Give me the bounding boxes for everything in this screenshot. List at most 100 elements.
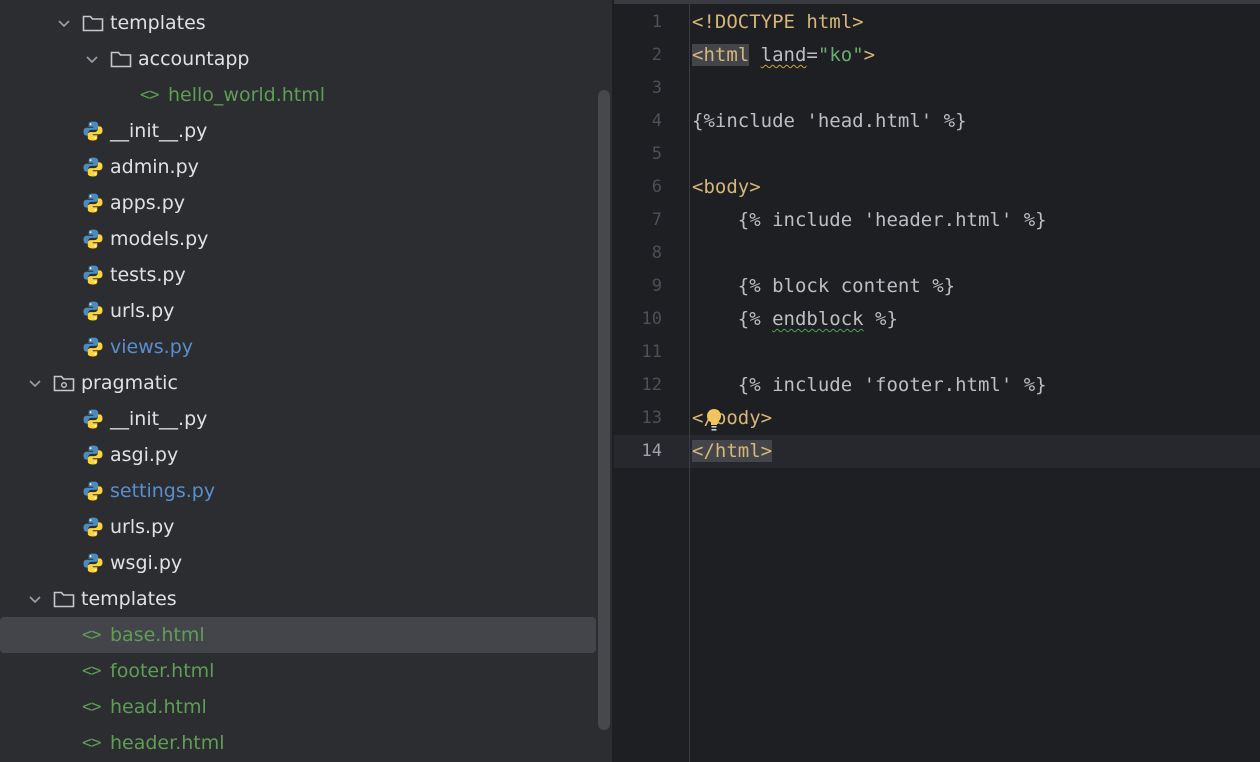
- code-token-tag: </html>: [692, 440, 773, 462]
- tree-row-header-html[interactable]: <> header.html: [0, 725, 596, 761]
- tree-row-apps-py[interactable]: apps.py: [0, 185, 596, 221]
- folder-icon: [110, 48, 132, 70]
- tree-row-urls-py[interactable]: urls.py: [0, 293, 596, 329]
- code-token-template: {% include 'header.html' %}: [692, 209, 1047, 231]
- html-file-icon: <>: [82, 625, 101, 645]
- tree-item-label: head.html: [110, 696, 207, 718]
- code-token-tag-close: >: [863, 44, 876, 66]
- python-file-icon: [82, 264, 104, 286]
- tree-row-models-py[interactable]: models.py: [0, 221, 596, 257]
- line-number: 7: [651, 210, 662, 230]
- python-file-icon: [82, 336, 104, 358]
- tree-item-label: admin.py: [110, 156, 199, 178]
- html-file-icon: <>: [82, 697, 101, 717]
- chevron-down-icon[interactable]: [25, 373, 45, 393]
- line-number: 1: [651, 12, 662, 32]
- code-line-13[interactable]: </body>: [692, 402, 772, 435]
- tree-item-label: accountapp: [138, 48, 250, 70]
- html-file-icon: <>: [82, 733, 101, 753]
- python-file-icon: [82, 408, 104, 430]
- tree-item-label: urls.py: [110, 516, 175, 538]
- tree-item-label: footer.html: [110, 660, 215, 682]
- tree-item-label: views.py: [110, 336, 193, 358]
- code-token-template: {% block content %}: [692, 275, 956, 297]
- line-number: 8: [651, 243, 662, 263]
- line-number-current: 14: [641, 441, 662, 461]
- code-line-10[interactable]: {% endblock %}: [692, 303, 898, 336]
- tree-item-label: __init__.py: [110, 120, 208, 142]
- python-file-icon: [82, 480, 104, 502]
- folder-icon: [82, 12, 104, 34]
- project-tree-panel: templates accountapp <> hello_world.html…: [0, 0, 612, 762]
- python-file-icon: [82, 120, 104, 142]
- python-file-icon: [82, 516, 104, 538]
- tree-item-label: wsgi.py: [110, 552, 183, 574]
- code-line-4[interactable]: {%include 'head.html' %}: [692, 105, 967, 138]
- lightbulb-icon[interactable]: [706, 407, 728, 435]
- code-token-template: {%include 'head.html' %}: [692, 110, 967, 132]
- tree-row-asgi-py[interactable]: asgi.py: [0, 437, 596, 473]
- code-token-attribute-warning: land: [760, 44, 807, 66]
- tree-row-views-py[interactable]: views.py: [0, 329, 596, 365]
- tree-item-label: pragmatic: [81, 372, 178, 394]
- line-number: 2: [651, 45, 662, 65]
- code-line-14[interactable]: </html>: [692, 435, 773, 468]
- tree-row-templates-folder[interactable]: templates: [0, 581, 596, 617]
- code-token-equals: =: [806, 44, 818, 66]
- python-file-icon: [82, 300, 104, 322]
- html-file-icon: <>: [140, 85, 159, 105]
- code-line-6[interactable]: <body>: [692, 171, 761, 204]
- tree-item-label: templates: [110, 12, 206, 34]
- code-token-tag: <body>: [692, 176, 761, 198]
- code-line-9[interactable]: {% block content %}: [692, 270, 955, 303]
- line-number: 11: [641, 342, 662, 362]
- line-number: 10: [641, 309, 662, 329]
- code-line-2[interactable]: <html land="ko">: [692, 39, 875, 72]
- line-number: 13: [641, 408, 662, 428]
- tree-scrollbar[interactable]: [598, 90, 610, 730]
- tree-row-head-html[interactable]: <> head.html: [0, 689, 596, 725]
- code-token-string: "ko": [817, 44, 864, 66]
- tree-item-label: asgi.py: [110, 444, 179, 466]
- line-number: 4: [651, 111, 662, 131]
- tree-item-label: settings.py: [110, 480, 216, 502]
- code-token-doctype: <!DOCTYPE html>: [692, 11, 864, 33]
- python-file-icon: [82, 444, 104, 466]
- tree-item-label: base.html: [110, 624, 205, 646]
- tree-row-hello-world-html[interactable]: <> hello_world.html: [0, 77, 596, 113]
- tree-row-init-py[interactable]: __init__.py: [0, 113, 596, 149]
- tree-row-init-py[interactable]: __init__.py: [0, 401, 596, 437]
- code-line-1[interactable]: <!DOCTYPE html>: [692, 6, 864, 39]
- chevron-down-icon[interactable]: [82, 49, 102, 69]
- tree-row-footer-html[interactable]: <> footer.html: [0, 653, 596, 689]
- tree-row-settings-py[interactable]: settings.py: [0, 473, 596, 509]
- tree-item-label: hello_world.html: [168, 84, 326, 106]
- tree-row-wsgi-py[interactable]: wsgi.py: [0, 545, 596, 581]
- tree-row-admin-py[interactable]: admin.py: [0, 149, 596, 185]
- code-token-tag: </body>: [692, 407, 773, 429]
- code-token-typo-warning: endblock: [772, 308, 864, 330]
- code-token-template: {% include 'footer.html' %}: [692, 374, 1047, 396]
- chevron-down-icon[interactable]: [25, 589, 45, 609]
- tree-row-urls-py[interactable]: urls.py: [0, 509, 596, 545]
- python-file-icon: [82, 156, 104, 178]
- tree-row-base-html[interactable]: <> base.html: [0, 617, 596, 653]
- code-line-7[interactable]: {% include 'header.html' %}: [692, 204, 1047, 237]
- chevron-down-icon[interactable]: [54, 13, 74, 33]
- tree-row-tests-py[interactable]: tests.py: [0, 257, 596, 293]
- tree-item-label: templates: [81, 588, 177, 610]
- tree-item-label: urls.py: [110, 300, 175, 322]
- python-file-icon: [82, 228, 104, 250]
- tree-row-pragmatic-package[interactable]: pragmatic: [0, 365, 596, 401]
- tree-row-accountapp-folder[interactable]: accountapp: [0, 41, 596, 77]
- code-editor[interactable]: 1 2 3 4 5 6 7 8 9 10 11 12 13 14 <!DOCTY…: [614, 0, 1260, 762]
- folder-icon: [53, 588, 75, 610]
- tree-item-label: tests.py: [110, 264, 186, 286]
- editor-top-border: [614, 0, 1260, 4]
- tree-item-label: apps.py: [110, 192, 186, 214]
- line-number: 9: [651, 276, 662, 296]
- python-file-icon: [82, 552, 104, 574]
- tree-row-templates-folder[interactable]: templates: [0, 5, 596, 41]
- python-file-icon: [82, 192, 104, 214]
- code-line-12[interactable]: {% include 'footer.html' %}: [692, 369, 1047, 402]
